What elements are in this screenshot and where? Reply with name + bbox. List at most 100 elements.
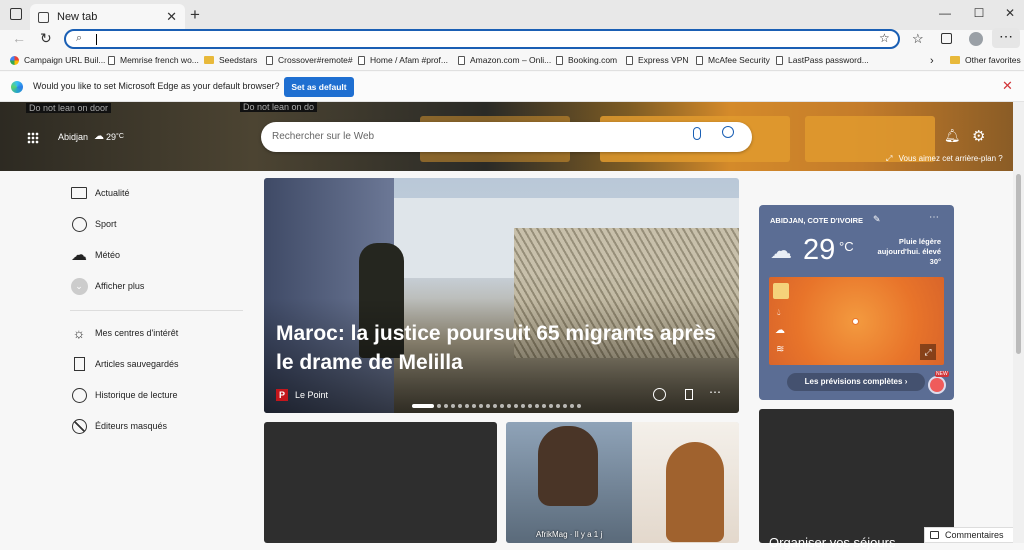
- weather-card[interactable]: ABIDJAN, COTE D'IVOIRE ✎ ⋯ ☁ 29 °C Pluie…: [759, 205, 954, 400]
- carousel-dot[interactable]: [570, 404, 574, 408]
- carousel-dots[interactable]: [412, 404, 581, 408]
- carousel-dot[interactable]: [507, 404, 511, 408]
- news-card-afrikmag[interactable]: AfrikMag · Il y a 1 j: [506, 422, 739, 543]
- tab-new-tab[interactable]: New tab ✕: [30, 4, 185, 30]
- cloud-layer-icon[interactable]: ☁: [775, 325, 785, 336]
- weather-location[interactable]: ABIDJAN, COTE D'IVOIRE: [770, 216, 863, 225]
- web-search-box[interactable]: Rechercher sur le Web: [261, 122, 752, 152]
- bookmark-lastpass[interactable]: LastPass password...: [776, 55, 869, 65]
- tab-actions-icon[interactable]: [10, 8, 22, 20]
- background-prompt-label: Vous aimez cet arrière-plan ?: [898, 154, 1003, 163]
- carousel-dot[interactable]: [556, 404, 560, 408]
- wind-icon[interactable]: ≋: [776, 344, 784, 355]
- carousel-dot[interactable]: [514, 404, 518, 408]
- hero-weather[interactable]: Abidjan ☁ 29 °C: [58, 131, 124, 142]
- web-search-input[interactable]: Rechercher sur le Web: [272, 131, 374, 142]
- carousel-dot[interactable]: [493, 404, 497, 408]
- carousel-dot[interactable]: [437, 404, 441, 408]
- bookmark-campaign-url[interactable]: Campaign URL Buil...: [10, 55, 105, 65]
- carousel-dot[interactable]: [458, 404, 462, 408]
- main-news-card[interactable]: Maroc: la justice poursuit 65 migrants a…: [264, 178, 739, 413]
- source-name[interactable]: Le Point: [295, 390, 328, 400]
- carousel-dot[interactable]: [444, 404, 448, 408]
- more-options-icon[interactable]: ⋯: [709, 385, 721, 399]
- news-card-dark[interactable]: [264, 422, 497, 543]
- close-tab-icon[interactable]: ✕: [166, 9, 177, 25]
- weather-heatmap[interactable]: 💧︎ ☁ ≋ ⤢: [769, 277, 944, 365]
- nav-editeurs-masques[interactable]: Éditeurs masqués: [70, 417, 167, 435]
- minimize-button[interactable]: —: [935, 6, 955, 20]
- avatar-badge[interactable]: [928, 376, 946, 394]
- full-forecast-button[interactable]: Les prévisions complètes ›: [787, 373, 925, 391]
- bookmark-home-afam[interactable]: Home / Afam #prof...: [358, 55, 448, 65]
- reaction-icon[interactable]: [653, 388, 666, 401]
- nav-historique[interactable]: Historique de lecture: [70, 386, 178, 404]
- expand-map-icon[interactable]: ⤢: [920, 344, 936, 360]
- carousel-dot[interactable]: [521, 404, 525, 408]
- carousel-dot[interactable]: [472, 404, 476, 408]
- other-favorites[interactable]: Other favorites: [950, 55, 1021, 65]
- carousel-dot[interactable]: [542, 404, 546, 408]
- page-scrollbar[interactable]: [1013, 102, 1024, 543]
- nav-sport[interactable]: Sport: [70, 215, 117, 233]
- search-icon[interactable]: [722, 126, 734, 138]
- favorites-star-icon[interactable]: ☆: [912, 31, 924, 47]
- refresh-button[interactable]: ↻: [40, 30, 52, 47]
- carousel-dot[interactable]: [465, 404, 469, 408]
- background-prompt[interactable]: ⤢ Vous aimez cet arrière-plan ?: [886, 154, 1003, 164]
- carousel-dot[interactable]: [528, 404, 532, 408]
- maximize-button[interactable]: ☐: [969, 6, 989, 20]
- nav-actualite[interactable]: Actualité: [70, 184, 130, 202]
- add-favorite-icon[interactable]: ☆: [879, 31, 890, 45]
- carousel-dot[interactable]: [535, 404, 539, 408]
- address-bar[interactable]: ⌕ ☆: [64, 29, 900, 49]
- nav-meteo[interactable]: ☁ Météo: [70, 246, 120, 264]
- news-card-travel[interactable]: Organiser vos séjours: [759, 409, 954, 550]
- carousel-dot-active[interactable]: [412, 404, 434, 408]
- headline[interactable]: Maroc: la justice poursuit 65 migrants a…: [276, 319, 736, 377]
- scrollbar-thumb[interactable]: [1016, 174, 1021, 354]
- nav-articles-sauvegardes[interactable]: Articles sauvegardés: [70, 355, 179, 373]
- bookmark-memrise[interactable]: Memrise french wo...: [108, 55, 199, 65]
- carousel-dot[interactable]: [563, 404, 567, 408]
- profile-avatar[interactable]: [969, 32, 983, 46]
- save-bookmark-icon[interactable]: [685, 389, 693, 400]
- bookmark-amazon[interactable]: Amazon.com – Onli...: [458, 55, 551, 65]
- nav-afficher-plus[interactable]: ⌄ Afficher plus: [70, 277, 144, 295]
- carousel-dot[interactable]: [486, 404, 490, 408]
- rain-drop-icon[interactable]: 💧︎: [777, 307, 781, 318]
- thermometer-icon[interactable]: [773, 283, 789, 299]
- new-badge: NEW: [935, 371, 949, 377]
- bookmark-crossover[interactable]: Crossover#remote#: [266, 55, 353, 65]
- edit-location-icon[interactable]: ✎: [873, 214, 881, 225]
- notifications-bell-icon[interactable]: 🔔︎: [944, 128, 961, 144]
- bookmarks-overflow-chevron-icon[interactable]: ›: [930, 55, 934, 67]
- bookmark-mcafee[interactable]: McAfee Security: [696, 55, 770, 65]
- weather-desc-line: Pluie légère: [898, 237, 941, 246]
- bookmark-express-vpn[interactable]: Express VPN: [626, 55, 689, 65]
- set-as-default-button[interactable]: Set as default: [284, 77, 354, 97]
- carousel-dot[interactable]: [577, 404, 581, 408]
- hero-temp-unit: °C: [116, 133, 124, 140]
- bookmark-seedstars[interactable]: Seedstars: [204, 55, 257, 65]
- page-icon: [696, 55, 703, 65]
- apps-grid-icon[interactable]: [27, 132, 39, 144]
- settings-gear-icon[interactable]: ⚙: [972, 127, 985, 145]
- feedback-button[interactable]: Commentaires: [924, 527, 1014, 543]
- history-icon: [70, 386, 88, 404]
- card-source[interactable]: AfrikMag · Il y a 1 j: [536, 530, 602, 539]
- close-infobar-icon[interactable]: ✕: [1002, 78, 1013, 94]
- nav-centres-interet[interactable]: ☼ Mes centres d'intérêt: [70, 324, 179, 342]
- weather-more-icon[interactable]: ⋯: [929, 212, 939, 223]
- carousel-dot[interactable]: [549, 404, 553, 408]
- collections-icon[interactable]: [941, 33, 952, 44]
- close-window-button[interactable]: ✕: [1000, 6, 1020, 20]
- carousel-dot[interactable]: [451, 404, 455, 408]
- carousel-dot[interactable]: [500, 404, 504, 408]
- new-tab-button[interactable]: +: [190, 5, 200, 25]
- carousel-dot[interactable]: [479, 404, 483, 408]
- bookmark-booking[interactable]: Booking.com: [556, 55, 617, 65]
- back-button[interactable]: ←: [12, 30, 26, 46]
- microphone-icon[interactable]: [693, 127, 701, 140]
- more-menu-button[interactable]: ⋯: [992, 28, 1020, 48]
